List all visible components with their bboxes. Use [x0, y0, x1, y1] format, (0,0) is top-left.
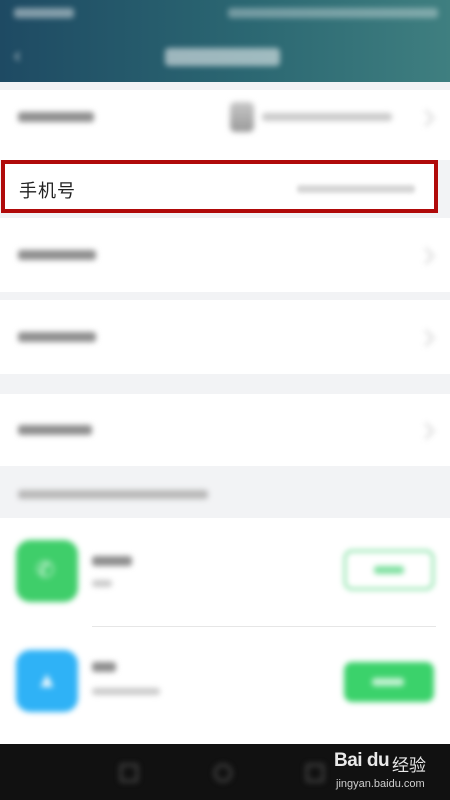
watermark-url: jingyan.baidu.com: [336, 778, 425, 790]
settings-row-4-label: [18, 425, 92, 435]
section-header: [18, 490, 208, 499]
app-2-name: [92, 662, 116, 672]
app-icon: ▲: [16, 650, 78, 712]
system-navigation-bar: Bai du 经验 jingyan.baidu.com: [0, 744, 450, 800]
avatar-row-spacer: [0, 144, 450, 160]
chevron-right-icon: [417, 422, 435, 440]
phone-number-row[interactable]: 手机号: [1, 160, 438, 213]
baidu-jingyan-watermark: Bai du 经验 jingyan.baidu.com: [334, 744, 450, 800]
back-arrow-icon[interactable]: ‹: [14, 46, 28, 66]
status-bar: [0, 0, 450, 30]
recents-nav-icon[interactable]: [306, 764, 324, 782]
page-title: [165, 48, 280, 66]
watermark-brand: Bai du: [334, 750, 390, 771]
settings-row-2[interactable]: [0, 218, 450, 292]
settings-row-3-label: [18, 332, 96, 342]
watermark-label: 经验: [392, 756, 426, 775]
chevron-right-icon: [417, 109, 435, 127]
avatar-row[interactable]: [0, 90, 450, 144]
chevron-right-icon: [417, 247, 435, 265]
divider: [92, 626, 436, 627]
app-1-desc: [92, 580, 112, 587]
app-2-action-button[interactable]: [344, 662, 434, 702]
avatar-row-label: [18, 112, 94, 122]
status-indicators: [228, 8, 438, 18]
chevron-right-icon: [417, 329, 435, 347]
phone-number-value: [297, 185, 415, 193]
app-1-action-button[interactable]: [344, 550, 434, 590]
settings-row-3[interactable]: [0, 300, 450, 374]
top-header: ‹: [0, 0, 450, 82]
app-2-desc: [92, 688, 160, 695]
phone-number-label: 手机号: [19, 181, 76, 201]
phone-glyph-icon: ✆: [36, 557, 55, 582]
status-time: [14, 8, 74, 18]
settings-row-2-label: [18, 250, 96, 260]
settings-row-4[interactable]: [0, 394, 450, 466]
avatar: [230, 102, 254, 132]
app-1-name: [92, 556, 132, 566]
app-glyph-icon: ▲: [36, 667, 58, 692]
linked-apps-list: ✆ ▲: [0, 518, 450, 744]
home-nav-icon[interactable]: [214, 764, 232, 782]
phone-icon: ✆: [16, 540, 78, 602]
back-nav-icon[interactable]: [120, 764, 138, 782]
avatar-row-value: [262, 113, 392, 121]
